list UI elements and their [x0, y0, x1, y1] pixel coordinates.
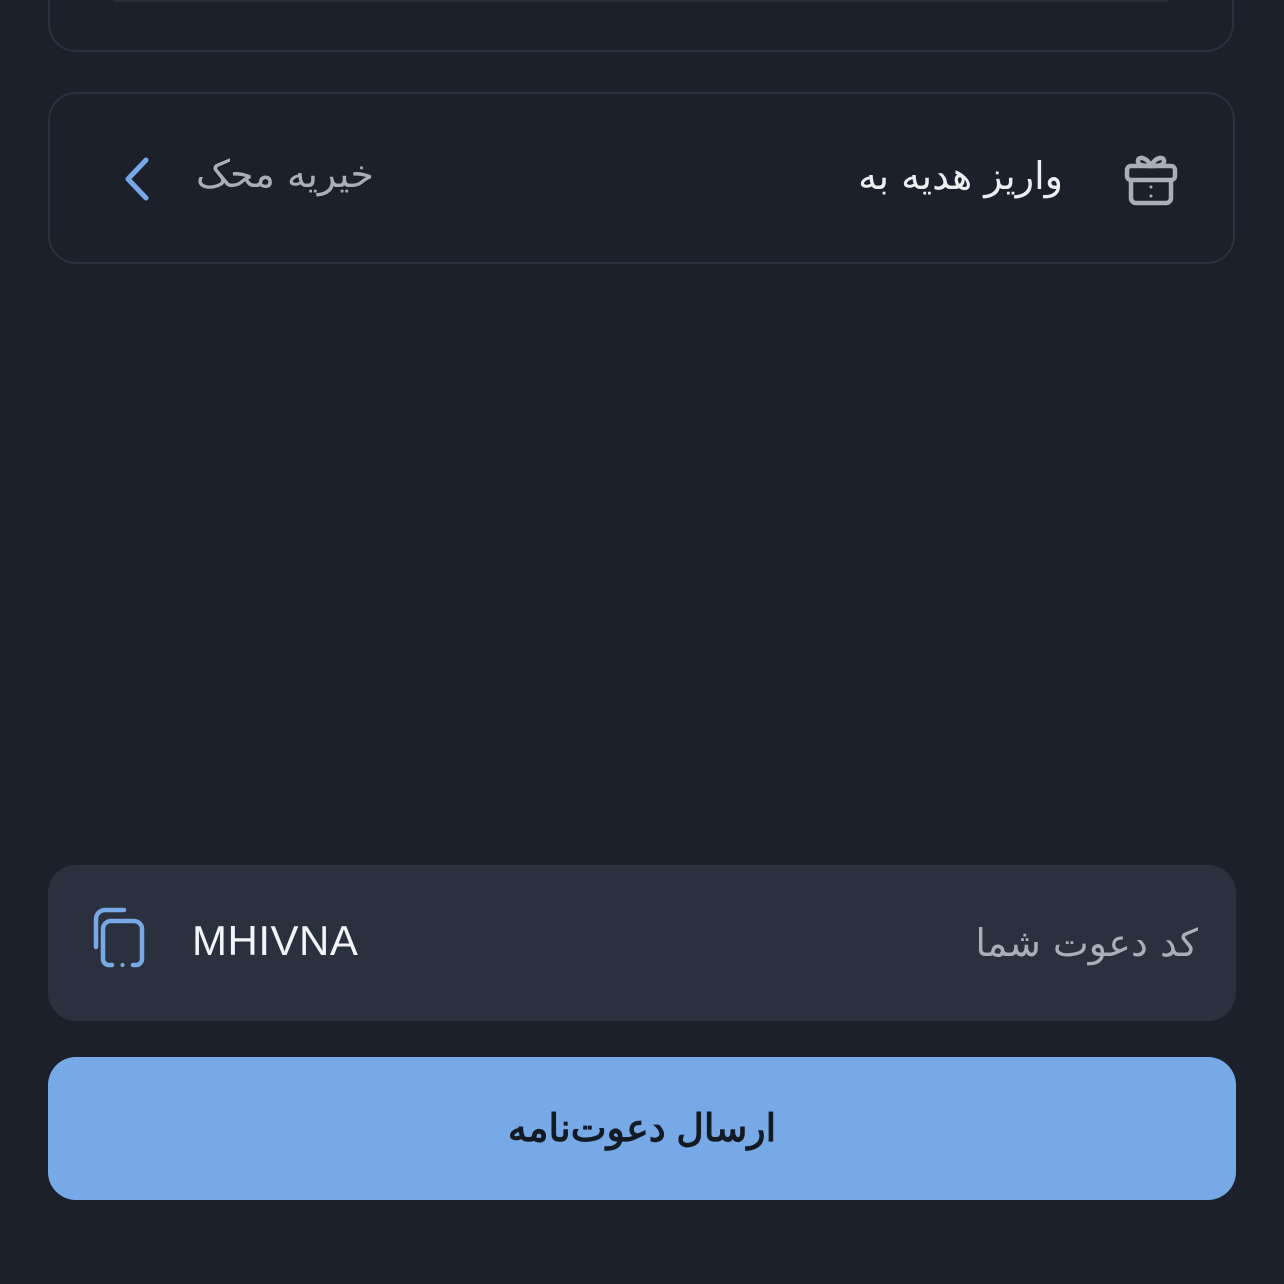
send-invitation-button[interactable]: ارسال دعوت‌نامه	[48, 1057, 1236, 1200]
copy-icon[interactable]	[88, 905, 150, 973]
gift-recipient-value: خیریه محک	[196, 152, 374, 196]
gift-deposit-row[interactable]: واریز هدیه به خیریه محک	[48, 92, 1235, 264]
invite-code-box: کد دعوت شما MHIVNA	[48, 865, 1236, 1021]
send-invitation-label: ارسال دعوت‌نامه	[507, 1108, 777, 1150]
chevron-left-icon[interactable]	[116, 154, 158, 204]
invite-code-label: کد دعوت شما	[975, 921, 1198, 965]
gift-title: واریز هدیه به	[858, 154, 1063, 198]
progress-track	[112, 0, 1170, 2]
invite-code-value: MHIVNA	[192, 917, 359, 964]
top-card	[48, 0, 1234, 52]
gift-icon	[1120, 148, 1182, 210]
